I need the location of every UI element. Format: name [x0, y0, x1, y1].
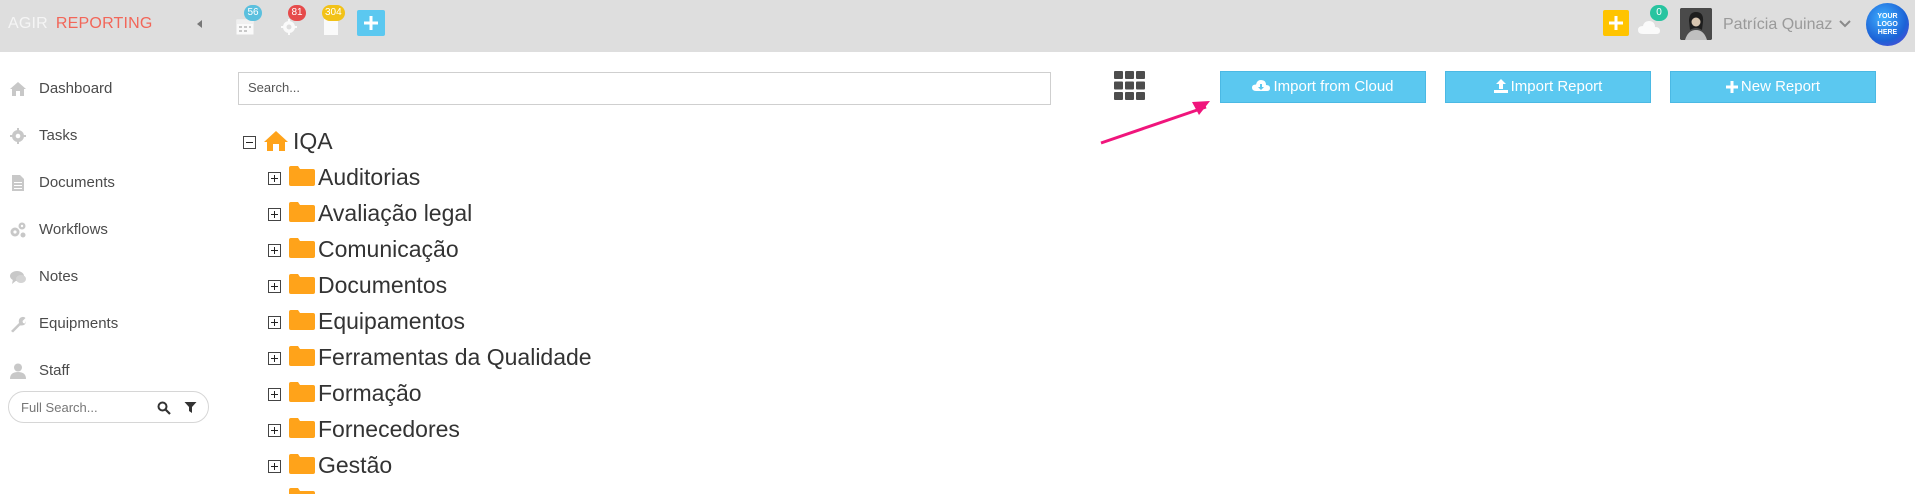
folder-icon — [289, 202, 315, 222]
sidebar-item-equipments[interactable]: Equipments — [0, 305, 220, 345]
clipboard-button[interactable]: 304 — [320, 5, 346, 38]
expand-toggle[interactable] — [268, 424, 281, 437]
grid-view-icon[interactable] — [1114, 71, 1146, 100]
collapse-toggle[interactable] — [243, 136, 256, 149]
calendar-badge: 56 — [244, 5, 262, 21]
user-menu[interactable]: Patrícia Quinaz — [1723, 16, 1851, 34]
expand-toggle[interactable] — [268, 280, 281, 293]
tree-root-label: IQA — [293, 128, 333, 154]
chevron-down-icon — [1839, 20, 1851, 28]
sidebar-item-documents[interactable]: Documents — [0, 164, 220, 204]
gear-icon — [10, 128, 26, 144]
tree-folder-label: Comunicação — [318, 236, 459, 262]
search-icon[interactable] — [157, 401, 171, 415]
company-logo: YOUR LOGO HERE — [1866, 3, 1909, 46]
sidebar-item-dashboard[interactable]: Dashboard — [0, 70, 220, 110]
expand-toggle[interactable] — [268, 316, 281, 329]
clipboard-badge: 304 — [322, 5, 345, 21]
home-icon — [264, 131, 288, 151]
folder-icon — [289, 418, 315, 438]
expand-toggle[interactable] — [268, 460, 281, 473]
folder-icon — [289, 488, 315, 494]
folder-icon — [289, 454, 315, 474]
cloud-icon — [1638, 21, 1660, 34]
sidebar-item-label: Dashboard — [39, 80, 113, 97]
sidebar-item-label: Documents — [39, 174, 115, 191]
expand-toggle[interactable] — [268, 208, 281, 221]
sidebar-item-workflows[interactable]: Workflows — [0, 211, 220, 251]
full-search — [8, 391, 209, 423]
import-from-cloud-button[interactable]: Import from Cloud — [1220, 71, 1426, 103]
new-report-button[interactable]: New Report — [1670, 71, 1876, 103]
tree-folder-label: Auditorias — [318, 164, 421, 190]
new-report-label: New Report — [1740, 78, 1821, 95]
upload-icon — [1493, 79, 1508, 93]
wrench-icon — [11, 316, 26, 333]
sidebar-item-label: Tasks — [39, 127, 78, 144]
document-icon — [12, 175, 24, 191]
folder-icon — [289, 346, 315, 366]
tree-folder-label: Ferramentas da Qualidade — [318, 344, 592, 370]
cloud-button[interactable]: 0 — [1637, 5, 1668, 38]
folder-icon — [289, 310, 315, 330]
brand-reporting: REPORTING — [55, 15, 153, 32]
expand-toggle[interactable] — [268, 244, 281, 257]
expand-toggle[interactable] — [268, 172, 281, 185]
import-from-cloud-label: Import from Cloud — [1273, 78, 1394, 95]
home-icon — [10, 82, 26, 96]
sidebar-item-label: Notes — [39, 268, 79, 285]
calendar-button[interactable]: 56 — [233, 5, 262, 38]
user-photo-icon — [1680, 8, 1712, 40]
folder-icon — [289, 274, 315, 294]
user-name: Patrícia Quinaz — [1723, 16, 1833, 33]
expand-toggle[interactable] — [268, 352, 281, 365]
tree-folder-label: Fornecedores — [318, 416, 460, 442]
search-bar — [238, 72, 1051, 105]
annotation-arrow-icon — [1100, 101, 1210, 145]
brand-agir: AGIR — [8, 15, 48, 32]
cloud-download-icon — [1252, 80, 1271, 91]
collapse-sidebar-icon[interactable] — [193, 17, 207, 31]
add-button[interactable] — [357, 10, 385, 36]
tree-folder-label: Avaliação legal — [318, 200, 473, 226]
top-bar: AGIR REPORTING 56 81 304 0 Patrícia Quin… — [0, 0, 1915, 52]
folder-icon — [289, 382, 315, 402]
plus-icon — [1609, 16, 1623, 30]
filter-icon[interactable] — [184, 401, 197, 414]
tree-folder-label: Equipamentos — [318, 308, 466, 334]
plus-icon — [1725, 81, 1738, 93]
quick-add-button[interactable] — [1603, 10, 1629, 36]
folder-icon — [289, 238, 315, 258]
sidebar-item-label: Workflows — [39, 221, 108, 238]
logo-text: YOUR LOGO HERE — [1877, 12, 1898, 36]
import-report-button[interactable]: Import Report — [1445, 71, 1651, 103]
chat-icon — [10, 271, 26, 284]
tree-folder-label: Formação — [318, 380, 422, 406]
settings-badge: 81 — [288, 5, 306, 21]
plus-icon — [364, 16, 378, 30]
settings-button[interactable]: 81 — [278, 5, 306, 38]
tree-folder-label: Documentos — [318, 272, 448, 298]
avatar[interactable] — [1680, 8, 1712, 40]
sidebar-item-label: Equipments — [39, 315, 119, 332]
brand-logo[interactable]: AGIR REPORTING — [8, 15, 153, 33]
full-search-input[interactable] — [21, 398, 151, 416]
import-report-label: Import Report — [1510, 78, 1603, 95]
tree-folder-label: Gestão — [318, 452, 393, 478]
cloud-badge: 0 — [1650, 5, 1668, 21]
gears-icon — [10, 222, 26, 238]
expand-toggle[interactable] — [268, 388, 281, 401]
search-input[interactable] — [248, 80, 1028, 95]
user-icon — [10, 363, 26, 379]
sidebar-item-staff[interactable]: Staff — [0, 352, 220, 392]
sidebar-item-tasks[interactable]: Tasks — [0, 117, 220, 157]
sidebar-item-notes[interactable]: Notes — [0, 258, 220, 298]
sidebar-item-label: Staff — [39, 362, 70, 379]
folder-icon — [289, 166, 315, 186]
